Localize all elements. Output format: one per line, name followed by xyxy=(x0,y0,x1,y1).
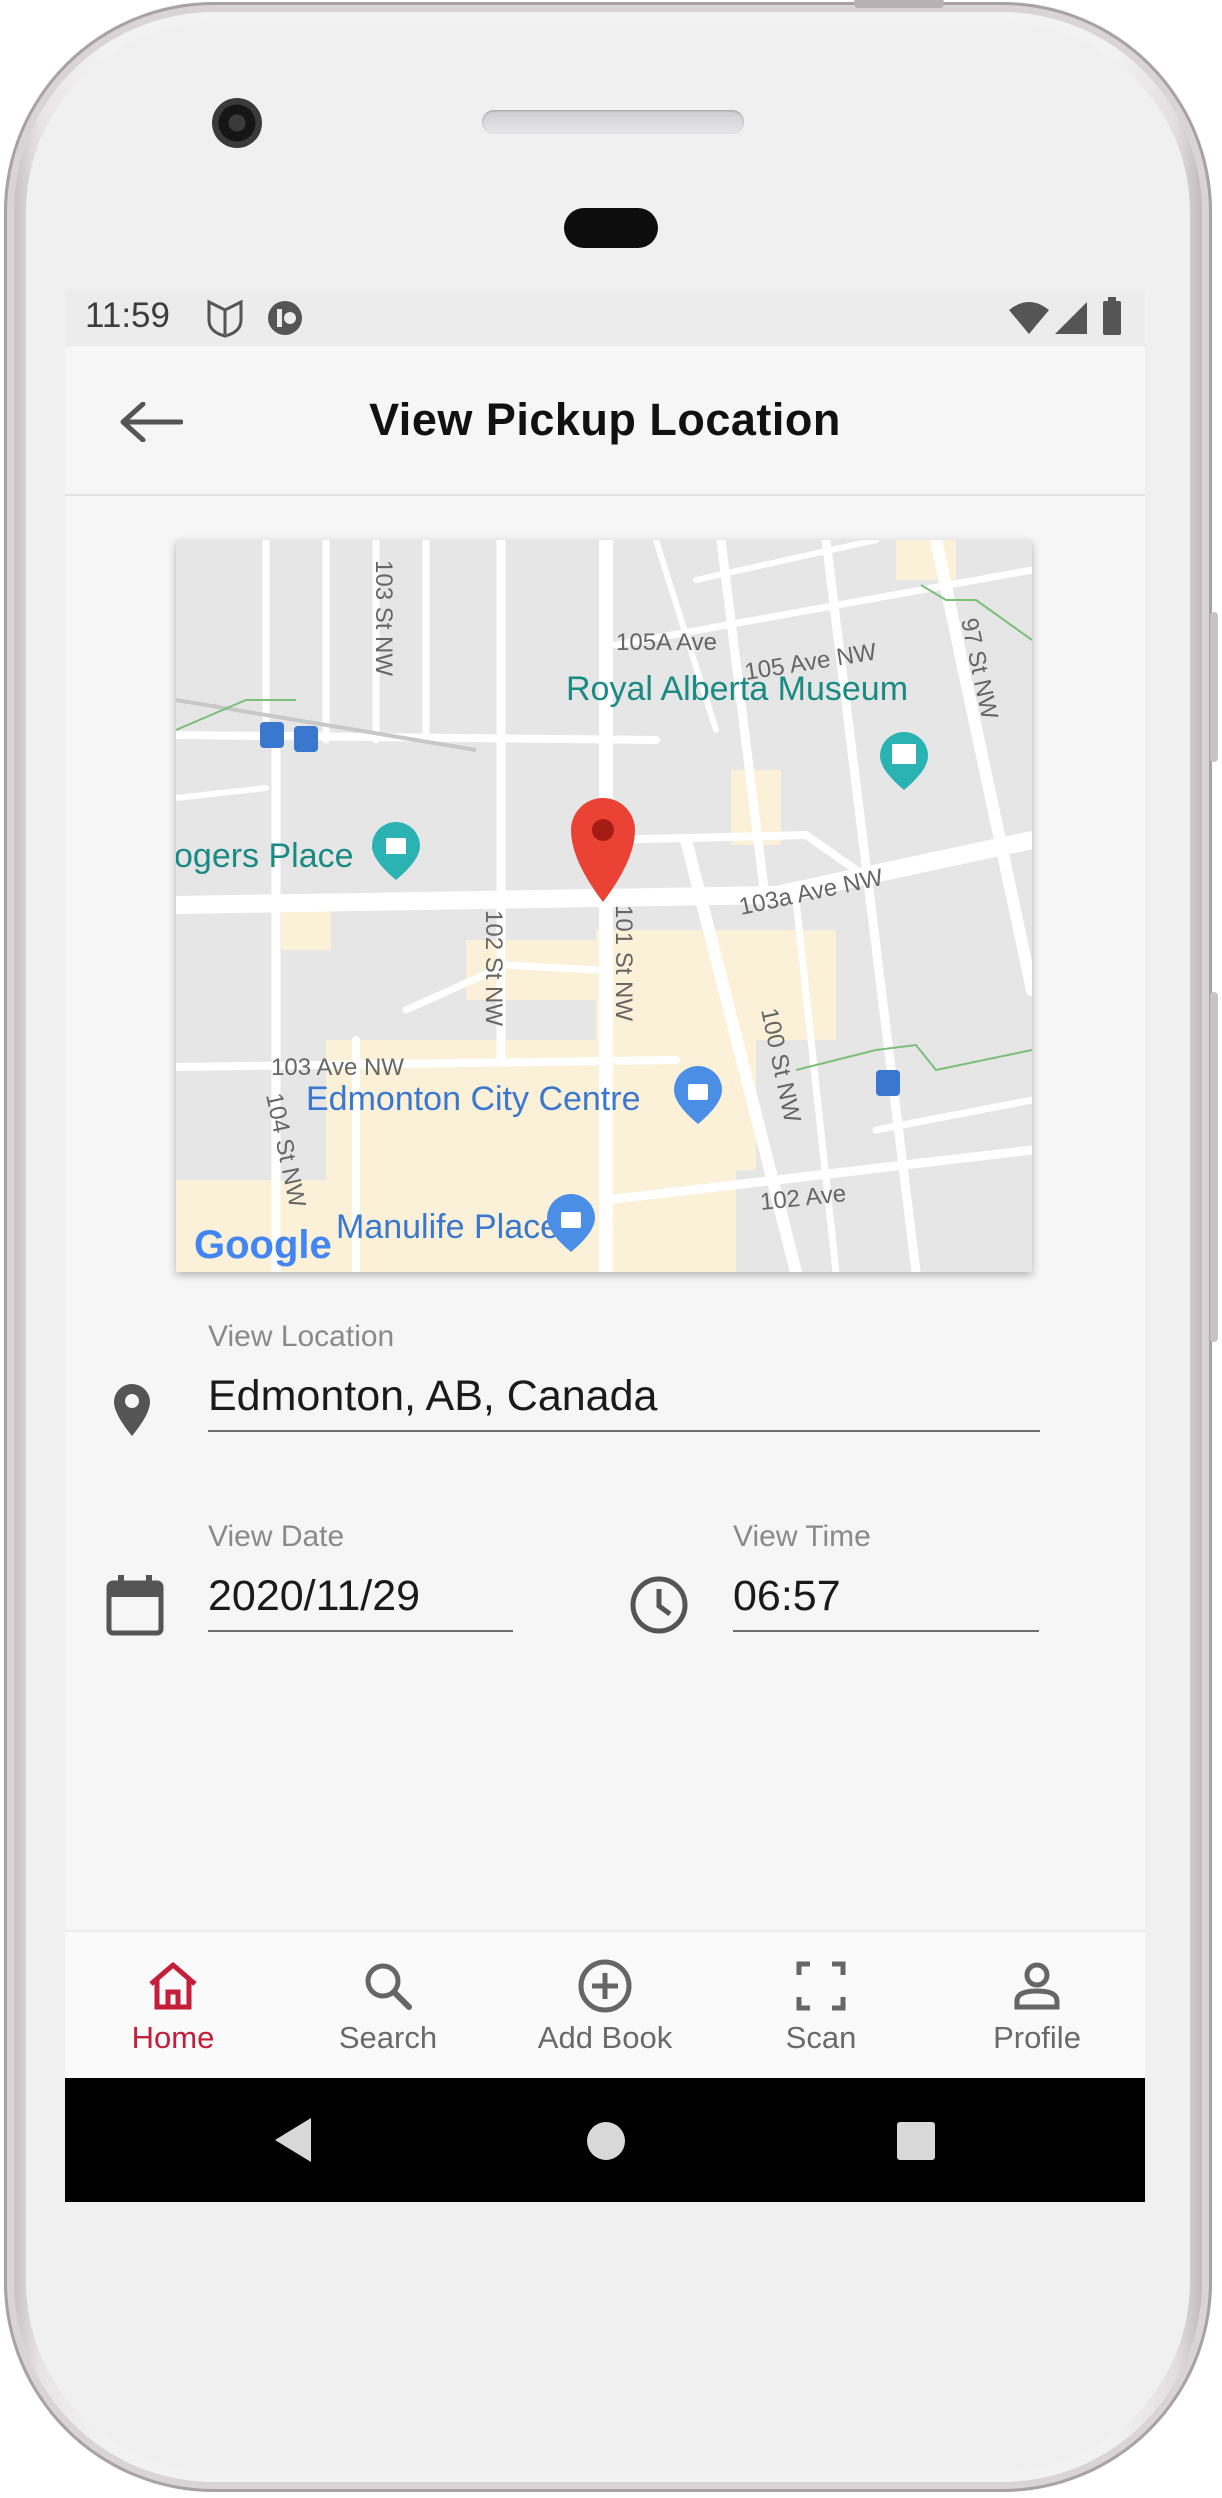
nav-item-search[interactable]: Search xyxy=(308,1932,468,2080)
time-field[interactable]: 06:57 xyxy=(733,1570,1039,1632)
location-label: View Location xyxy=(208,1320,395,1353)
status-bar: 11:59 xyxy=(65,290,1145,346)
app-bar: View Pickup Location xyxy=(65,346,1145,496)
place-label: Royal Alberta Museum xyxy=(566,670,908,708)
shield-notification-icon xyxy=(205,298,245,343)
system-back-button[interactable] xyxy=(275,2118,311,2162)
status-time: 11:59 xyxy=(85,296,170,335)
add-circle-icon xyxy=(577,1956,633,2016)
search-icon xyxy=(363,1956,413,2016)
earpiece-speaker xyxy=(482,110,744,134)
back-button[interactable] xyxy=(115,386,187,458)
location-pin-icon xyxy=(107,1380,157,1440)
battery-icon xyxy=(1101,296,1123,341)
system-recents-button[interactable] xyxy=(897,2122,935,2160)
clock-icon xyxy=(628,1574,690,1636)
nav-label: Add Book xyxy=(537,2020,673,2055)
nav-label: Search xyxy=(338,2020,438,2055)
map-view[interactable]: 103 St NW 105A Ave 105 Ave NW 97 St NW 1… xyxy=(176,540,1032,1272)
street-label: 102 St NW xyxy=(480,910,507,1026)
street-label: 105A Ave xyxy=(616,629,717,656)
proximity-sensor xyxy=(564,208,658,248)
place-label: Manulife Place xyxy=(336,1208,559,1246)
phone-side-button xyxy=(1210,612,1218,762)
bottom-navigation: Home Search Add Book Scan Profile xyxy=(65,1930,1145,2080)
app-screen: 11:59 View Pickup Location 103 St NW 105… xyxy=(65,290,1145,2202)
google-attribution: Google xyxy=(194,1223,332,1267)
street-label: 103 Ave NW xyxy=(271,1054,404,1081)
location-field[interactable]: Edmonton, AB, Canada xyxy=(208,1370,1040,1432)
system-home-button[interactable] xyxy=(587,2122,625,2160)
nav-item-add-book[interactable]: Add Book xyxy=(525,1932,685,2080)
person-icon xyxy=(1012,1956,1062,2016)
calendar-icon xyxy=(105,1572,165,1638)
nav-label: Scan xyxy=(785,2020,857,2055)
nav-label: Home xyxy=(131,2020,215,2055)
nav-item-profile[interactable]: Profile xyxy=(957,1932,1117,2080)
phone-top-button xyxy=(854,0,944,8)
page-title: View Pickup Location xyxy=(369,394,841,445)
nav-item-scan[interactable]: Scan xyxy=(741,1932,901,2080)
arrow-left-icon xyxy=(120,402,183,442)
nav-item-home[interactable]: Home xyxy=(93,1932,253,2080)
home-icon xyxy=(147,1956,199,2016)
date-field[interactable]: 2020/11/29 xyxy=(208,1570,513,1632)
front-camera xyxy=(212,98,262,148)
system-navigation-bar xyxy=(65,2078,1145,2202)
date-label: View Date xyxy=(208,1520,345,1553)
place-label: Edmonton City Centre xyxy=(306,1080,641,1118)
street-label: 101 St NW xyxy=(610,905,637,1021)
wifi-icon xyxy=(1007,300,1051,341)
place-label: ogers Place xyxy=(176,837,354,875)
cellular-signal-icon xyxy=(1053,300,1089,341)
info-circle-notification-icon xyxy=(265,298,305,343)
scan-frame-icon xyxy=(796,1956,846,2016)
street-label: 103 St NW xyxy=(370,560,397,676)
time-label: View Time xyxy=(733,1520,871,1553)
phone-side-button xyxy=(1210,992,1218,1342)
nav-label: Profile xyxy=(993,2020,1081,2055)
